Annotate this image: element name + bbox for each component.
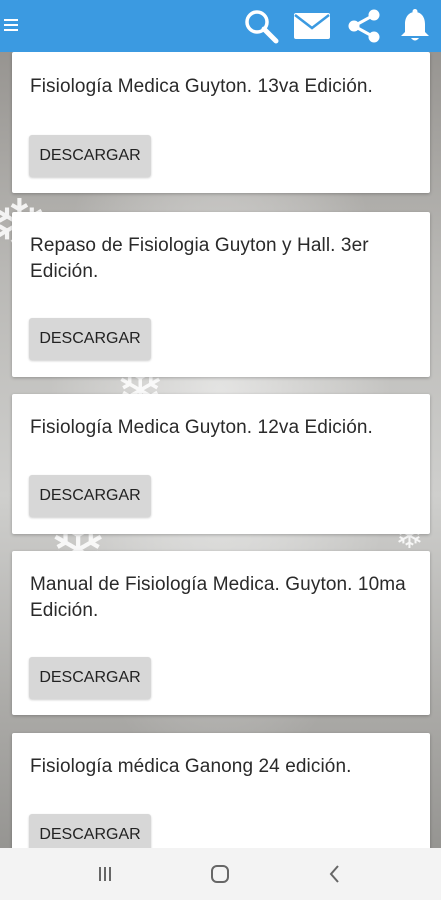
menu-icon[interactable]	[4, 16, 20, 36]
book-title: Fisiología Medica Guyton. 13va Edición.	[30, 76, 373, 97]
book-card: Fisiología médica Ganong 24 edición. DES…	[12, 733, 430, 848]
book-card: Manual de Fisiología Medica. Guyton. 10m…	[12, 551, 430, 715]
mail-icon[interactable]	[293, 8, 331, 44]
book-card: Fisiología Medica Guyton. 12va Edición. …	[12, 394, 430, 534]
app-toolbar	[0, 0, 441, 52]
download-button[interactable]: DESCARGAR	[29, 814, 151, 848]
download-button[interactable]: DESCARGAR	[29, 475, 151, 517]
system-navigation-bar	[0, 848, 441, 900]
home-icon[interactable]	[207, 862, 233, 886]
book-title: Fisiología Medica Guyton. 12va Edición.	[30, 417, 373, 438]
download-button[interactable]: DESCARGAR	[29, 135, 151, 177]
book-title: Repaso de Fisiologia Guyton y Hall. 3er …	[30, 235, 369, 282]
download-button[interactable]: DESCARGAR	[29, 318, 151, 360]
back-icon[interactable]	[322, 862, 348, 886]
book-list: Fisiología Medica Guyton. 13va Edición. …	[0, 52, 441, 848]
download-button[interactable]: DESCARGAR	[29, 657, 151, 699]
recent-apps-icon[interactable]	[92, 862, 118, 886]
book-title: Fisiología médica Ganong 24 edición.	[30, 756, 352, 777]
search-icon[interactable]	[242, 8, 280, 44]
book-card: Repaso de Fisiologia Guyton y Hall. 3er …	[12, 212, 430, 377]
bell-icon[interactable]	[396, 8, 434, 44]
share-icon[interactable]	[345, 8, 383, 44]
book-title: Manual de Fisiología Medica. Guyton. 10m…	[30, 574, 406, 621]
book-card: Fisiología Medica Guyton. 13va Edición. …	[12, 52, 430, 193]
